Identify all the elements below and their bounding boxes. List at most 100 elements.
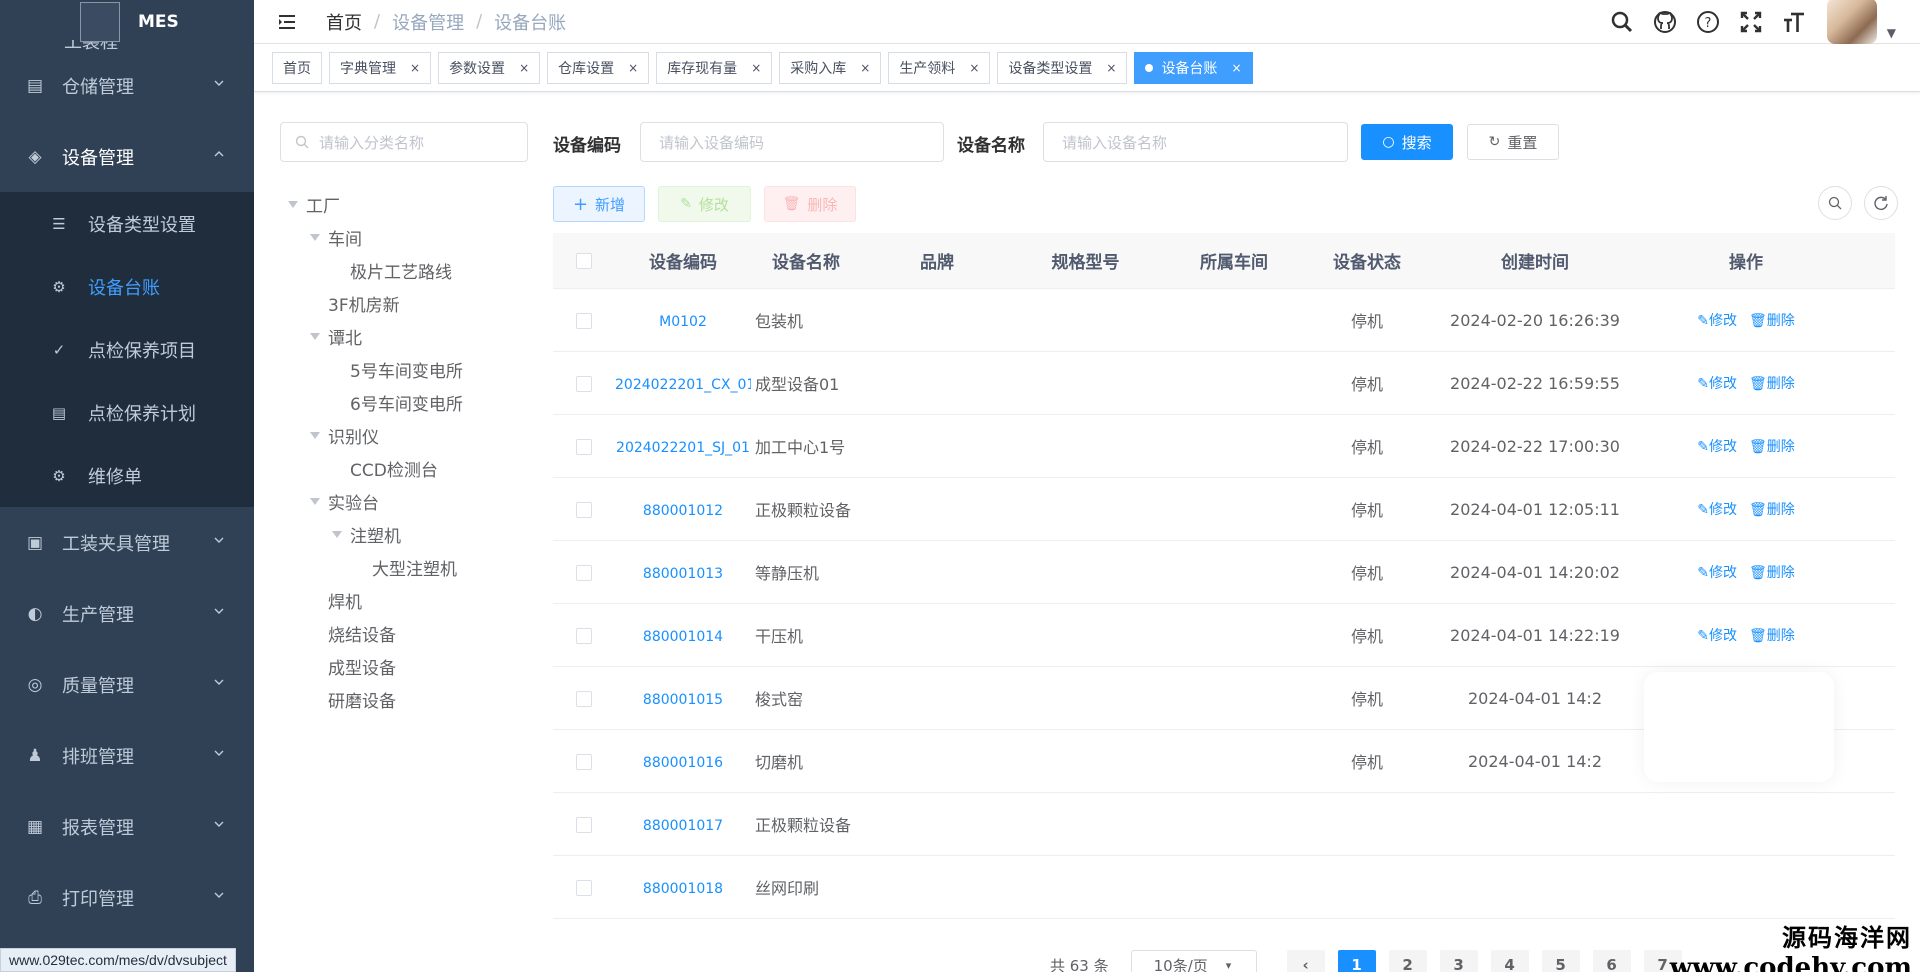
- github-icon[interactable]: [1650, 7, 1680, 37]
- submenu-item-3[interactable]: ▤ 点检保养计划: [0, 381, 254, 444]
- caret-down-icon[interactable]: [332, 531, 342, 538]
- close-icon[interactable]: ×: [751, 61, 761, 75]
- row-checkbox[interactable]: [576, 880, 592, 896]
- row-checkbox[interactable]: [576, 313, 592, 329]
- sidebar-item-0[interactable]: ▤ 仓储管理: [0, 50, 254, 121]
- caret-down-icon[interactable]: [310, 333, 320, 340]
- font-size-icon[interactable]: [1779, 7, 1809, 37]
- equipment-code-link[interactable]: 880001013: [643, 566, 723, 582]
- page-size-select[interactable]: 10条/页 ▾: [1130, 950, 1257, 972]
- tab-3[interactable]: 仓库设置 ×: [547, 51, 650, 84]
- equipment-code-link[interactable]: 2024022201_SJ_01: [616, 440, 750, 456]
- col-spec[interactable]: 规格型号: [1013, 248, 1158, 273]
- close-icon[interactable]: ×: [1106, 61, 1116, 75]
- col-brand[interactable]: 品牌: [861, 248, 1013, 273]
- select-all-checkbox[interactable]: [576, 252, 592, 269]
- row-delete-button[interactable]: 🗑删除: [1749, 376, 1795, 392]
- close-icon[interactable]: ×: [860, 61, 870, 75]
- sidebar-item-2[interactable]: ▣ 工装夹具管理: [0, 507, 254, 578]
- col-name[interactable]: 设备名称: [751, 248, 861, 273]
- col-status[interactable]: 设备状态: [1310, 248, 1424, 273]
- help-icon[interactable]: ?: [1693, 7, 1723, 37]
- equipment-code-link[interactable]: 880001012: [643, 503, 723, 519]
- row-checkbox[interactable]: [576, 691, 592, 707]
- row-checkbox[interactable]: [576, 502, 592, 518]
- caret-down-icon[interactable]: [310, 432, 320, 439]
- row-delete-button[interactable]: 🗑删除: [1749, 628, 1795, 644]
- tree-node[interactable]: 5号车间变电所: [284, 353, 544, 386]
- sidebar-item-3[interactable]: ◐ 生产管理: [0, 578, 254, 649]
- tab-8[interactable]: 设备台账 ×: [1134, 51, 1253, 84]
- row-checkbox[interactable]: [576, 376, 592, 392]
- hamburger-icon[interactable]: [276, 11, 298, 33]
- user-avatar[interactable]: [1826, 0, 1877, 44]
- row-delete-button[interactable]: 🗑删除: [1749, 313, 1795, 329]
- equipment-code-link[interactable]: 880001017: [643, 818, 723, 834]
- tree-node[interactable]: 工厂: [284, 188, 544, 221]
- page-button[interactable]: 5: [1541, 950, 1580, 972]
- sidebar-item-5[interactable]: ♟ 排班管理: [0, 720, 254, 791]
- fullscreen-icon[interactable]: [1736, 7, 1766, 37]
- breadcrumb-equipment[interactable]: 设备管理: [392, 9, 464, 35]
- equipment-code-link[interactable]: M0102: [659, 314, 707, 330]
- page-button[interactable]: 1: [1337, 950, 1376, 972]
- prev-page-button[interactable]: ‹: [1286, 950, 1325, 972]
- row-checkbox[interactable]: [576, 754, 592, 770]
- equipment-code-link[interactable]: 880001016: [643, 755, 723, 771]
- tree-node[interactable]: 极片工艺路线: [284, 254, 544, 287]
- tree-node[interactable]: 成型设备: [284, 650, 544, 683]
- submenu-item-1[interactable]: ⚙ 设备台账: [0, 255, 254, 318]
- sidebar-item-1[interactable]: ◈ 设备管理: [0, 121, 254, 192]
- tree-node[interactable]: 大型注塑机: [284, 551, 544, 584]
- tree-node[interactable]: 注塑机: [284, 518, 544, 551]
- delete-button[interactable]: 🗑 删除: [764, 186, 856, 222]
- row-checkbox[interactable]: [576, 565, 592, 581]
- tab-2[interactable]: 参数设置 ×: [438, 51, 541, 84]
- row-checkbox[interactable]: [576, 439, 592, 455]
- row-edit-button[interactable]: ✎修改: [1697, 628, 1737, 644]
- chevron-down-icon[interactable]: ▼: [1887, 26, 1896, 40]
- equipment-code-input[interactable]: 请输入设备编码: [640, 122, 944, 162]
- tab-5[interactable]: 采购入库 ×: [779, 51, 882, 84]
- row-delete-button[interactable]: 🗑删除: [1749, 502, 1795, 518]
- tree-node[interactable]: 3F机房新: [284, 287, 544, 320]
- reset-button[interactable]: ↻ 重置: [1467, 124, 1559, 160]
- row-edit-button[interactable]: ✎修改: [1697, 565, 1737, 581]
- caret-down-icon[interactable]: [310, 498, 320, 505]
- search-button[interactable]: ○ 搜索: [1361, 124, 1453, 160]
- tab-7[interactable]: 设备类型设置 ×: [997, 51, 1128, 84]
- sidebar-item-4[interactable]: ◎ 质量管理: [0, 649, 254, 720]
- row-delete-button[interactable]: 🗑删除: [1749, 565, 1795, 581]
- close-icon[interactable]: ×: [1231, 61, 1241, 75]
- row-checkbox[interactable]: [576, 628, 592, 644]
- tab-0[interactable]: 首页: [272, 51, 322, 84]
- edit-button[interactable]: ✎ 修改: [658, 186, 751, 222]
- equipment-code-link[interactable]: 880001018: [643, 881, 723, 897]
- tree-node[interactable]: 焊机: [284, 584, 544, 617]
- row-delete-button[interactable]: 🗑删除: [1749, 439, 1795, 455]
- equipment-code-link[interactable]: 880001015: [643, 692, 723, 708]
- page-button[interactable]: 3: [1439, 950, 1478, 972]
- row-checkbox[interactable]: [576, 817, 592, 833]
- row-edit-button[interactable]: ✎修改: [1697, 313, 1737, 329]
- equipment-code-link[interactable]: 2024022201_CX_01: [615, 377, 751, 393]
- close-icon[interactable]: ×: [519, 61, 529, 75]
- caret-down-icon[interactable]: [288, 201, 298, 208]
- row-edit-button[interactable]: ✎修改: [1697, 502, 1737, 518]
- col-code[interactable]: 设备编码: [615, 248, 751, 273]
- col-created[interactable]: 创建时间: [1424, 248, 1646, 273]
- close-icon[interactable]: ×: [628, 61, 638, 75]
- tab-1[interactable]: 字典管理 ×: [329, 51, 432, 84]
- tree-node[interactable]: 6号车间变电所: [284, 386, 544, 419]
- tree-node[interactable]: 识别仪: [284, 419, 544, 452]
- toggle-search-icon[interactable]: [1818, 186, 1852, 220]
- row-edit-button[interactable]: ✎修改: [1697, 439, 1737, 455]
- caret-down-icon[interactable]: [310, 234, 320, 241]
- tree-node[interactable]: 研磨设备: [284, 683, 544, 716]
- equipment-name-input[interactable]: 请输入设备名称: [1043, 122, 1348, 162]
- equipment-code-link[interactable]: 880001014: [643, 629, 723, 645]
- tree-node[interactable]: CCD检测台: [284, 452, 544, 485]
- close-icon[interactable]: ×: [410, 61, 420, 75]
- row-edit-button[interactable]: ✎修改: [1697, 376, 1737, 392]
- add-button[interactable]: + 新增: [553, 186, 645, 222]
